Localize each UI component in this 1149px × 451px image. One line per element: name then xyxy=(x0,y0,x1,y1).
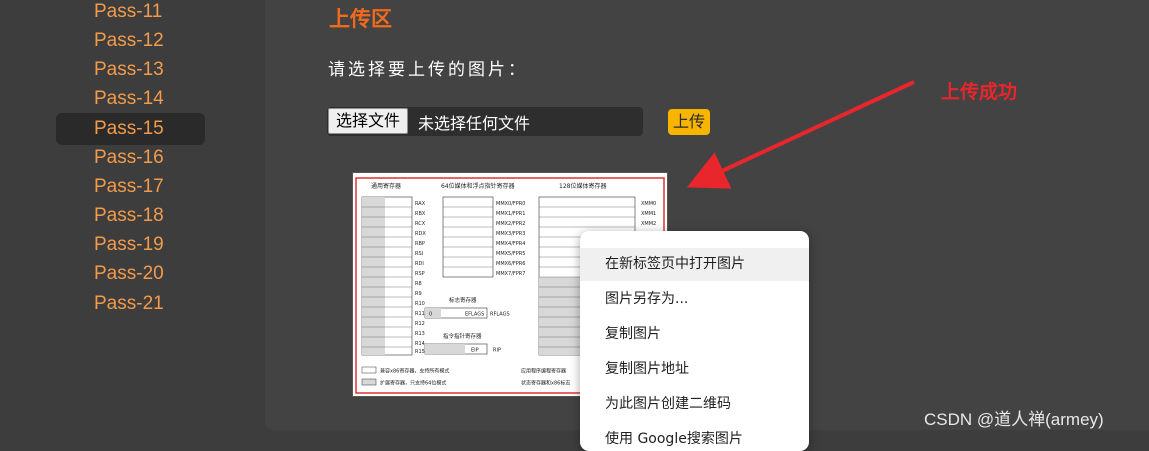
svg-text:RAX: RAX xyxy=(415,201,426,207)
save-image-as-item[interactable]: 图片另存为... xyxy=(580,283,809,316)
svg-text:R10: R10 xyxy=(415,301,425,307)
svg-text:R14: R14 xyxy=(415,341,425,347)
context-menu: 在新标签页中打开图片 图片另存为... 复制图片 复制图片地址 为此图片创建二维… xyxy=(580,231,809,451)
create-qr-code-item[interactable]: 为此图片创建二维码 xyxy=(580,388,809,421)
gp-register-column: RAX RBX RCX RDX RBP RSI RDI RSP R8 R9 R1… xyxy=(361,196,426,356)
svg-text:R12: R12 xyxy=(415,321,425,327)
svg-text:RFLAGS: RFLAGS xyxy=(490,312,510,318)
mmx-register-column: MMX0/FPR0 MMX1/FPR1 MMX2/FPR2 MMX3/FPR3 … xyxy=(442,196,525,278)
svg-text:R8: R8 xyxy=(415,281,422,287)
svg-text:0: 0 xyxy=(429,312,432,318)
svg-text:MMX4/FPR4: MMX4/FPR4 xyxy=(496,241,525,247)
svg-text:MMX7/FPR7: MMX7/FPR7 xyxy=(496,271,525,277)
svg-text:指令指针寄存器: 指令指针寄存器 xyxy=(443,332,482,340)
svg-text:RCX: RCX xyxy=(415,221,426,227)
svg-text:RSP: RSP xyxy=(415,271,425,277)
svg-text:RDX: RDX xyxy=(415,231,426,237)
svg-text:状态寄存器和x86标志: 状态寄存器和x86标志 xyxy=(521,380,570,387)
svg-text:RIP: RIP xyxy=(493,348,501,354)
svg-text:R15: R15 xyxy=(415,349,425,355)
svg-text:MMX6/FPR6: MMX6/FPR6 xyxy=(496,261,525,267)
search-image-google-item[interactable]: 使用 Google搜索图片 xyxy=(580,423,809,451)
copy-image-item[interactable]: 复制图片 xyxy=(580,318,809,351)
copy-image-address-item[interactable]: 复制图片地址 xyxy=(580,353,809,386)
svg-text:R13: R13 xyxy=(415,331,425,337)
svg-text:MMX3/FPR3: MMX3/FPR3 xyxy=(496,231,525,237)
svg-text:MMX2/FPR2: MMX2/FPR2 xyxy=(496,221,525,227)
header-mmx: 64位媒体和浮点指针寄存器 xyxy=(441,182,515,190)
svg-text:XMM0: XMM0 xyxy=(641,201,656,207)
svg-text:R11: R11 xyxy=(415,311,425,317)
legend: 兼容x86寄存器，支持所有模式 扩展寄存器，只支持64位模式 应用程序编程寄存器… xyxy=(361,366,570,387)
svg-text:RBX: RBX xyxy=(415,211,426,217)
open-image-new-tab-item[interactable]: 在新标签页中打开图片 xyxy=(580,248,809,281)
svg-text:MMX5/FPR5: MMX5/FPR5 xyxy=(496,251,525,257)
header-xmm: 128位媒体寄存器 xyxy=(559,182,606,190)
svg-text:RBP: RBP xyxy=(415,241,425,247)
svg-text:RDI: RDI xyxy=(415,261,424,267)
svg-text:RSI: RSI xyxy=(415,251,423,257)
svg-text:扩展寄存器，只支持64位模式: 扩展寄存器，只支持64位模式 xyxy=(380,380,446,387)
svg-text:R9: R9 xyxy=(415,291,422,297)
svg-text:EFLAGS: EFLAGS xyxy=(465,312,484,318)
svg-text:MMX0/FPR0: MMX0/FPR0 xyxy=(496,201,525,207)
svg-text:兼容x86寄存器，支持所有模式: 兼容x86寄存器，支持所有模式 xyxy=(380,368,449,375)
svg-text:MMX1/FPR1: MMX1/FPR1 xyxy=(496,211,525,217)
svg-text:应用程序编程寄存器: 应用程序编程寄存器 xyxy=(521,368,566,375)
header-general: 通用寄存器 xyxy=(371,182,401,190)
flags-register: 标志寄存器 0 EFLAGS RFLAGS xyxy=(424,296,510,319)
svg-text:XMM1: XMM1 xyxy=(641,211,656,217)
ip-register: 指令指针寄存器 EIP RIP xyxy=(424,332,501,355)
svg-text:EIP: EIP xyxy=(471,348,479,354)
svg-text:标志寄存器: 标志寄存器 xyxy=(449,296,477,304)
csdn-watermark: CSDN @道人禅(armey) xyxy=(924,410,1104,429)
svg-text:XMM2: XMM2 xyxy=(641,221,656,227)
